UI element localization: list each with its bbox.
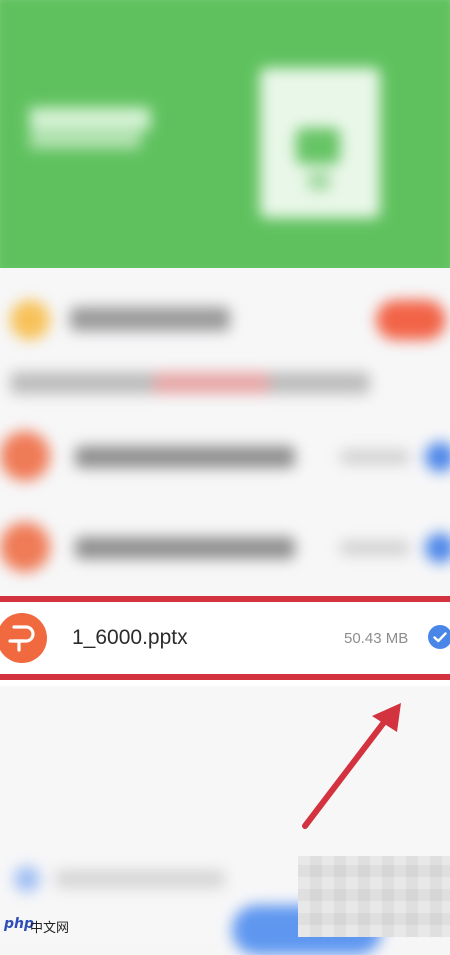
- watermark-mosaic: [298, 856, 450, 937]
- select-all-checkbox[interactable]: [14, 866, 40, 892]
- watermark-site: 中文网: [30, 921, 70, 936]
- bottom-text-blurred: [55, 870, 225, 888]
- annotation-arrow-icon: [302, 703, 401, 829]
